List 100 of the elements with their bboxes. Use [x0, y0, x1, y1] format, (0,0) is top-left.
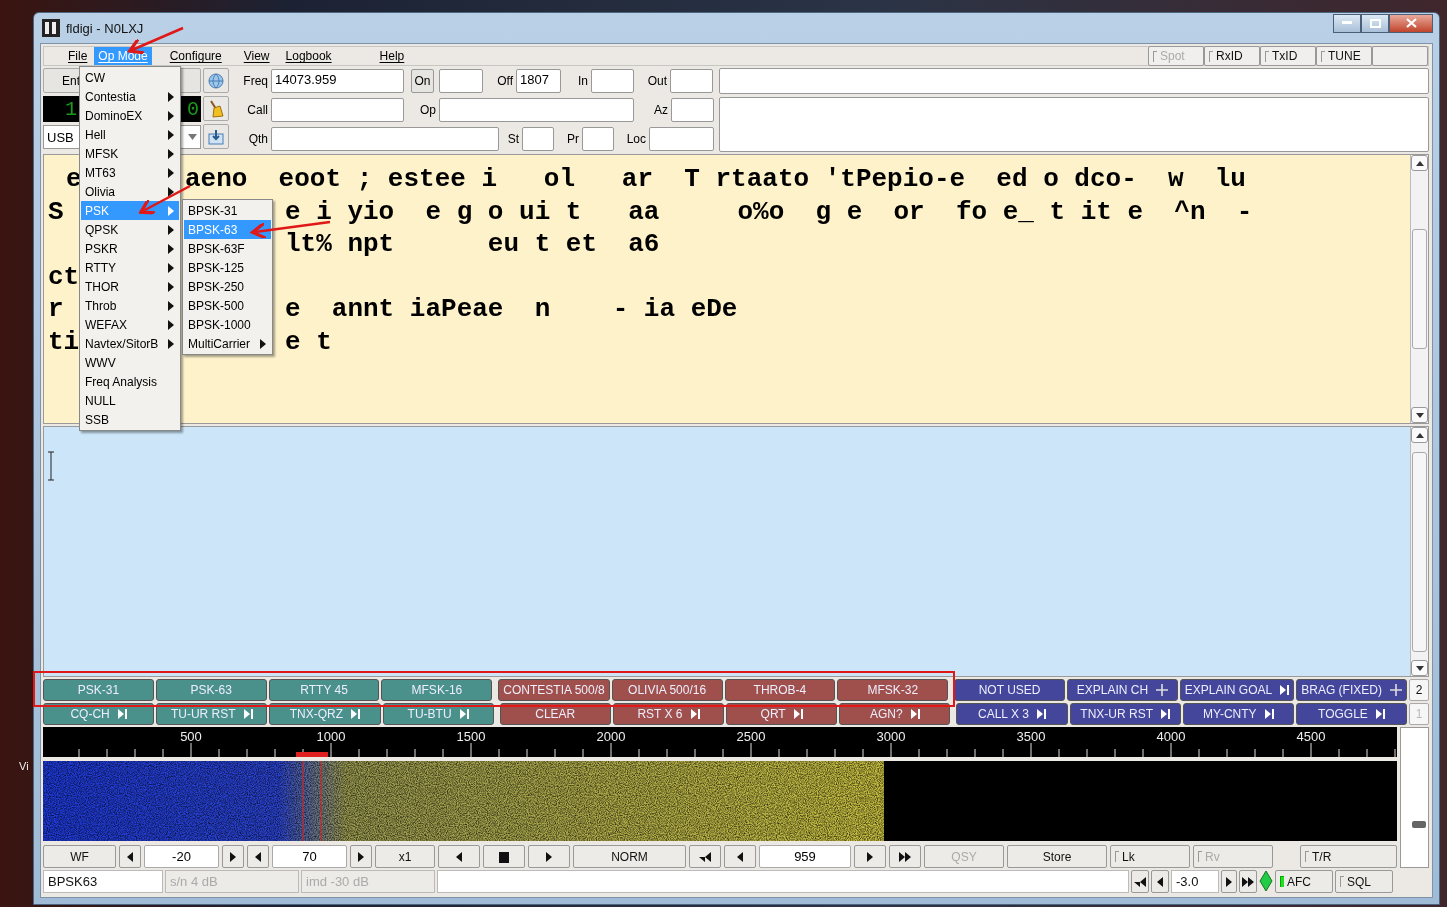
control-button[interactable]: NORM — [573, 845, 686, 868]
check-button[interactable]: T/R — [1300, 845, 1397, 868]
menu-item[interactable]: PSKR — [81, 239, 179, 258]
menu-item[interactable]: View — [239, 47, 274, 65]
menu-item[interactable]: THOR — [81, 277, 179, 296]
step-button[interactable] — [119, 845, 141, 868]
step-button[interactable] — [1221, 870, 1237, 893]
input-field[interactable] — [670, 69, 713, 93]
menu-item[interactable]: Configure — [165, 47, 226, 65]
input-field[interactable] — [522, 127, 554, 151]
broom-icon[interactable] — [203, 96, 229, 121]
menu-item[interactable]: Freq Analysis — [81, 372, 179, 391]
menu-item[interactable]: BPSK-125 — [184, 258, 271, 277]
menu-item[interactable]: BPSK-250 — [184, 277, 271, 296]
macro-button[interactable]: EXPLAIN CH — [1067, 679, 1178, 701]
macro-button[interactable]: THROB-4 — [724, 679, 836, 701]
scrollbar-thumb[interactable] — [1412, 451, 1427, 652]
step-button[interactable] — [247, 845, 269, 868]
step-button[interactable] — [222, 845, 244, 868]
menu-item[interactable]: Help — [375, 47, 409, 65]
macro-button[interactable]: MY-CNTY — [1182, 703, 1294, 725]
macro-button[interactable]: CLEAR — [499, 703, 611, 725]
input-field[interactable] — [439, 69, 483, 93]
menu-item[interactable]: MFSK — [81, 144, 179, 163]
menu-item[interactable]: QPSK — [81, 220, 179, 239]
scrollbar[interactable] — [1410, 155, 1428, 423]
input-field[interactable] — [591, 69, 634, 93]
input-field[interactable] — [582, 127, 614, 151]
step-button[interactable] — [724, 845, 756, 868]
menu-item[interactable]: SSB — [81, 410, 179, 429]
notes-field[interactable] — [719, 97, 1429, 152]
menu-item[interactable]: BPSK-1000 — [184, 315, 271, 334]
menu-item[interactable]: BPSK-63F — [184, 239, 271, 258]
menu-item[interactable]: CW — [81, 68, 179, 87]
menu-item[interactable]: WEFAX — [81, 315, 179, 334]
input-field[interactable] — [439, 98, 634, 122]
on-button[interactable]: On — [411, 69, 434, 93]
macro-button[interactable]: QRT — [726, 703, 838, 725]
menu-item[interactable]: BPSK-31 — [184, 201, 271, 220]
menu-item[interactable]: WWV — [81, 353, 179, 372]
macro-button[interactable]: MFSK-32 — [837, 679, 949, 701]
input-field[interactable] — [271, 98, 404, 122]
input-field[interactable]: 1807 — [516, 69, 561, 93]
macro-button[interactable]: NOT USED — [954, 679, 1065, 701]
menu-item[interactable]: RTTY — [81, 258, 179, 277]
close-button[interactable] — [1389, 13, 1433, 33]
control-button[interactable]: x1 — [375, 845, 435, 868]
value-field[interactable]: -20 — [144, 845, 219, 868]
maximize-button[interactable] — [1361, 13, 1389, 33]
slider-thumb[interactable] — [1412, 821, 1426, 829]
macro-button[interactable]: CONTESTIA 500/8 — [498, 679, 610, 701]
minimize-button[interactable] — [1333, 13, 1361, 33]
input-field[interactable] — [649, 127, 714, 151]
value-field[interactable]: 959 — [759, 845, 851, 868]
check-button[interactable]: Lk — [1110, 845, 1190, 868]
value-field[interactable]: 70 — [272, 845, 347, 868]
globe-icon[interactable] — [203, 68, 229, 93]
macro-button[interactable]: TOGGLE — [1295, 703, 1408, 725]
step-button[interactable] — [438, 845, 480, 868]
notes-field[interactable] — [719, 68, 1429, 94]
control-button[interactable]: WF — [43, 845, 116, 868]
macro-button[interactable]: EXPLAIN GOAL — [1179, 679, 1295, 701]
check-button[interactable]: RxID — [1204, 46, 1260, 66]
check-button[interactable]: SQL — [1335, 870, 1393, 893]
scrollbar[interactable] — [1410, 427, 1428, 676]
signal-slider[interactable] — [1400, 727, 1429, 868]
scrollbar-thumb[interactable] — [1412, 229, 1427, 349]
macro-button[interactable]: CALL X 3 — [956, 703, 1068, 725]
menu-item[interactable]: Hell — [81, 125, 179, 144]
step-button[interactable] — [1239, 870, 1257, 893]
menu-item[interactable]: Throb — [81, 296, 179, 315]
step-button[interactable] — [889, 845, 921, 868]
import-icon[interactable] — [203, 124, 229, 149]
step-button[interactable] — [689, 845, 721, 868]
menu-item[interactable]: Logbook — [281, 47, 336, 65]
menu-item[interactable]: MultiCarrier — [184, 334, 271, 353]
macro-button[interactable]: RST X 6 — [612, 703, 725, 725]
macro-button[interactable]: TNX-UR RST — [1069, 703, 1181, 725]
macro-button[interactable]: BRAG (FIXED) — [1296, 679, 1408, 701]
step-button[interactable] — [483, 845, 525, 868]
menu-item[interactable]: BPSK-500 — [184, 296, 271, 315]
menu-item[interactable]: File — [64, 47, 92, 65]
macro-button[interactable]: AGN? — [839, 703, 951, 725]
step-button[interactable] — [1151, 870, 1169, 893]
step-button[interactable] — [854, 845, 886, 868]
step-button[interactable] — [528, 845, 570, 868]
input-field[interactable] — [271, 127, 499, 151]
macro-bank-button[interactable]: 2 — [1409, 679, 1430, 701]
check-button[interactable]: AFC — [1275, 870, 1333, 893]
step-button[interactable] — [350, 845, 372, 868]
input-field[interactable] — [671, 98, 714, 122]
input-field[interactable]: 14073.959 — [271, 69, 404, 93]
control-button[interactable]: Store — [1007, 845, 1107, 868]
menu-item[interactable]: DominoEX — [81, 106, 179, 125]
menu-item[interactable]: Navtex/SitorB — [81, 334, 179, 353]
step-button[interactable] — [1131, 870, 1149, 893]
check-button[interactable]: TxID — [1260, 46, 1316, 66]
menu-item[interactable]: Olivia — [81, 182, 179, 201]
menu-item[interactable]: NULL — [81, 391, 179, 410]
check-button[interactable]: TUNE — [1316, 46, 1372, 66]
